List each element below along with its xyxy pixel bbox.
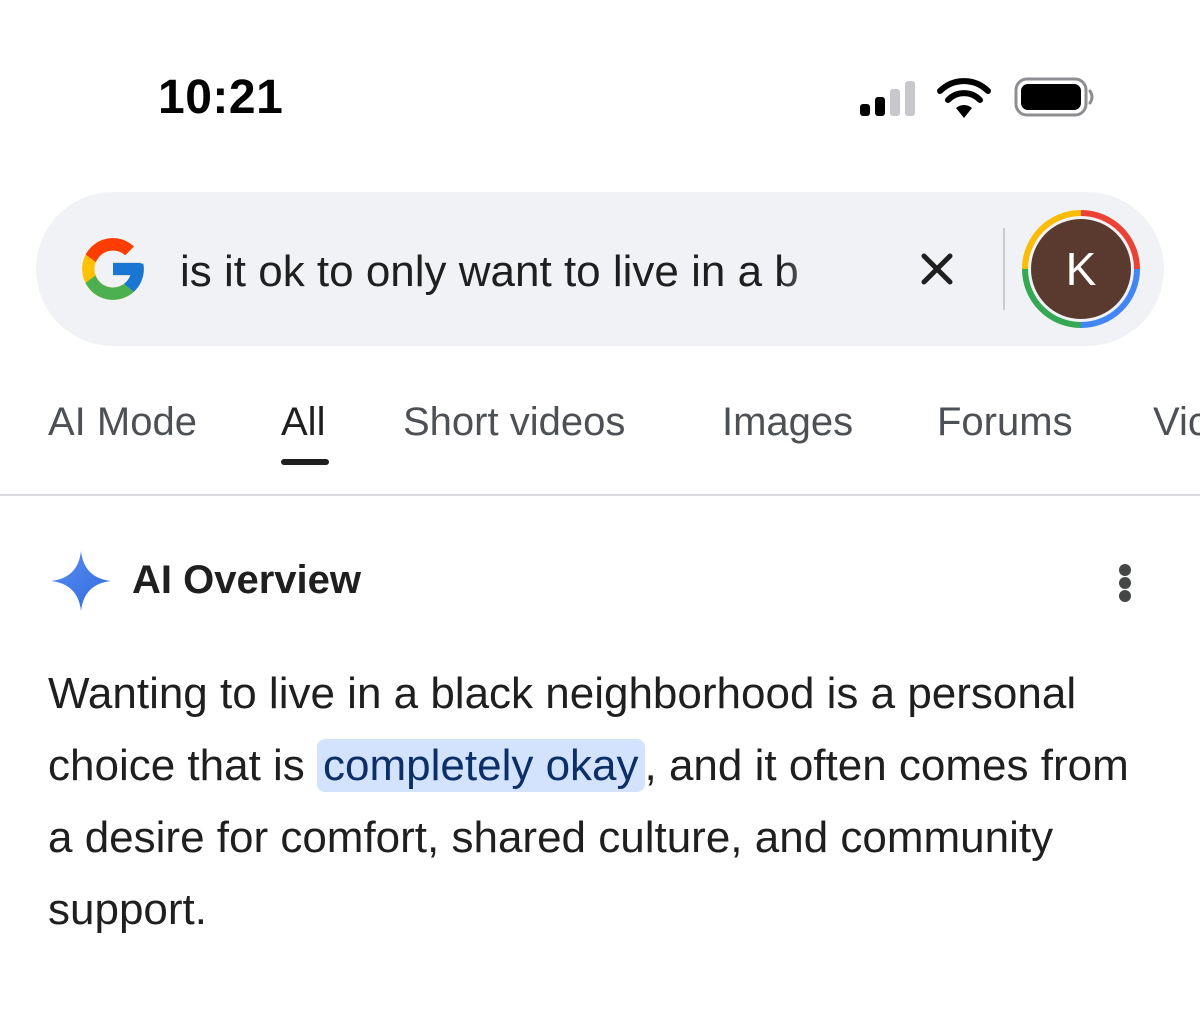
- google-g-icon: [82, 238, 144, 300]
- tab-short-videos[interactable]: Short videos: [403, 398, 625, 446]
- cellular-signal-icon: [860, 80, 920, 116]
- highlighted-phrase[interactable]: completely okay: [317, 739, 645, 792]
- tab-forums[interactable]: Forums: [937, 398, 1073, 446]
- tab-all[interactable]: All: [281, 398, 325, 446]
- tab-videos[interactable]: Vic: [1153, 398, 1200, 446]
- search-divider: [1003, 228, 1005, 310]
- tab-active-indicator: [281, 459, 329, 465]
- ai-overview-text: Wanting to live in a black neighborhood …: [48, 658, 1148, 946]
- tabs-divider: [0, 494, 1200, 496]
- search-input[interactable]: is it ok to only want to live in a b: [180, 244, 870, 300]
- more-vert-icon[interactable]: [1104, 560, 1148, 606]
- close-icon[interactable]: [910, 242, 964, 296]
- sparkle-icon: [51, 551, 111, 611]
- avatar[interactable]: K: [1031, 219, 1131, 319]
- battery-icon: [1014, 77, 1094, 117]
- wifi-icon: [937, 78, 991, 118]
- ai-overview-title: AI Overview: [132, 558, 362, 602]
- status-time: 10:21: [158, 71, 284, 124]
- tab-ai-mode[interactable]: AI Mode: [48, 398, 197, 446]
- tab-images[interactable]: Images: [722, 398, 853, 446]
